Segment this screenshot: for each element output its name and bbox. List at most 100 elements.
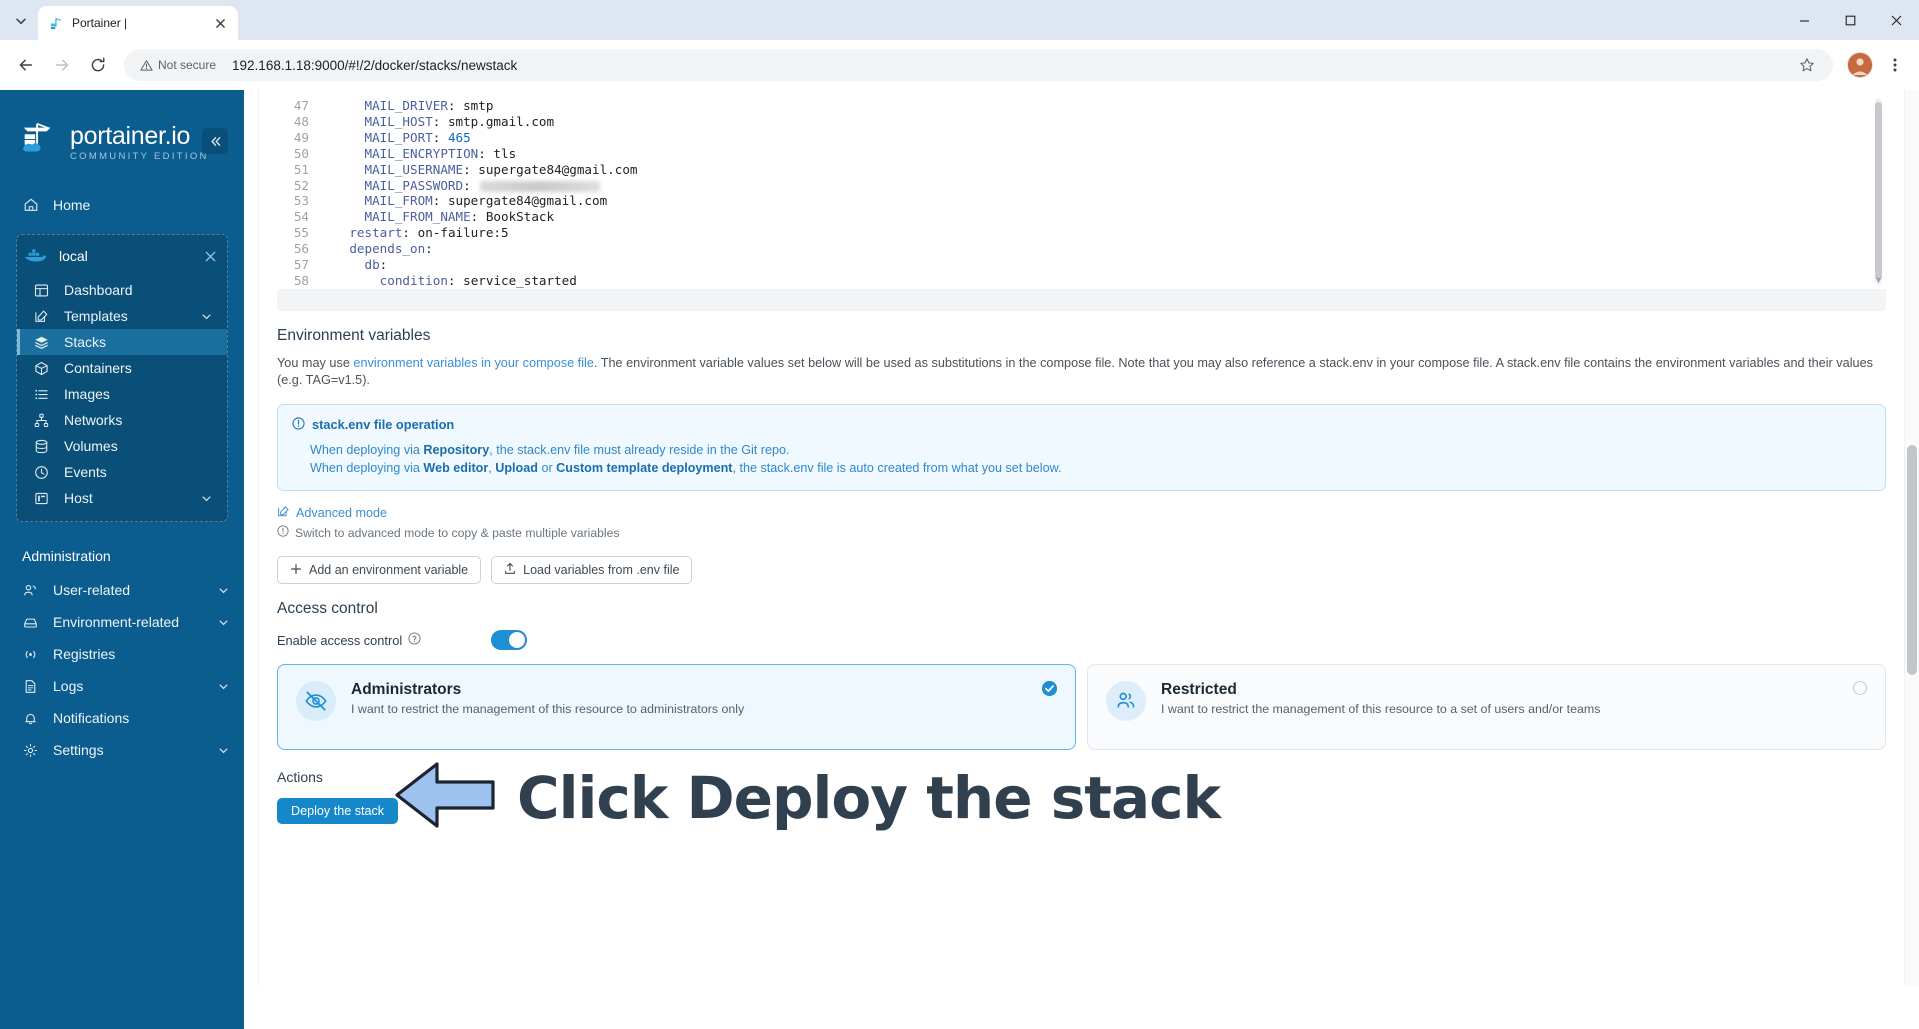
sidebar-environment-header[interactable]: local	[17, 241, 227, 271]
code-line[interactable]: MAIL_HOST: smtp.gmail.com	[319, 114, 1886, 130]
sidebar-item-stacks[interactable]: Stacks	[17, 329, 227, 355]
code-line[interactable]: db:	[319, 257, 1886, 273]
bell-icon	[22, 710, 39, 727]
window-minimize-button[interactable]	[1781, 0, 1827, 40]
sidebar-item-images[interactable]: Images	[17, 381, 227, 407]
page-scrollbar-thumb[interactable]	[1907, 445, 1917, 675]
line-number: 48	[293, 113, 309, 129]
window-close-button[interactable]	[1873, 0, 1919, 40]
chevron-down-icon[interactable]	[216, 679, 230, 693]
line-number: 56	[293, 241, 309, 257]
sidebar-item-user-related[interactable]: User-related	[0, 574, 244, 606]
check-circle-icon[interactable]	[1042, 681, 1057, 697]
page-content: 47 48 49 50 51 52 53 54 55 56 57 58 MAIL_DRIVER: sm…	[258, 90, 1905, 1029]
deploy-the-stack-button[interactable]: Deploy the stack	[277, 797, 399, 824]
advanced-mode-link[interactable]: Advanced mode	[277, 505, 1886, 521]
window-maximize-button[interactable]	[1827, 0, 1873, 40]
sidebar-item-networks[interactable]: Networks	[17, 407, 227, 433]
compose-code-editor[interactable]: 47 48 49 50 51 52 53 54 55 56 57 58 MAIL_DRIVER: sm…	[277, 90, 1886, 311]
users-group-icon	[1106, 681, 1146, 722]
forward-button[interactable]	[46, 49, 78, 81]
sidebar-item-logs-label: Logs	[53, 678, 84, 694]
question-circle-icon[interactable]	[408, 632, 421, 648]
code-line[interactable]: condition: service_started	[319, 273, 1886, 289]
editor-scroll-down-icon[interactable]: ▼	[1874, 275, 1883, 285]
load-variables-from-env-file-button[interactable]: Load variables from .env file	[491, 556, 693, 585]
tab-close-icon[interactable]	[212, 15, 228, 31]
chevron-down-icon[interactable]	[216, 583, 230, 597]
logs-icon	[22, 678, 39, 695]
sidebar-item-templates-label: Templates	[64, 308, 128, 324]
chevron-down-icon[interactable]	[199, 491, 213, 505]
sidebar-collapse-button[interactable]	[202, 128, 228, 154]
infobox-title: stack.env file operation	[312, 417, 455, 433]
code-line[interactable]: MAIL_PASSWORD:	[319, 178, 1886, 194]
add-environment-variable-button[interactable]: Add an environment variable	[277, 556, 482, 585]
sidebar-item-volumes[interactable]: Volumes	[17, 433, 227, 459]
sidebar-item-dashboard[interactable]: Dashboard	[17, 277, 227, 303]
networks-icon	[33, 412, 50, 429]
code-lines[interactable]: MAIL_DRIVER: smtp MAIL_HOST: smtp.gmail.…	[319, 98, 1886, 289]
redacted-value	[480, 180, 601, 192]
reload-icon	[91, 57, 105, 72]
chevron-down-icon[interactable]	[199, 309, 213, 323]
sidebar-item-templates[interactable]: Templates	[17, 303, 227, 329]
sidebar-item-logs[interactable]: Logs	[0, 670, 244, 702]
sidebar-item-events[interactable]: Events	[17, 459, 227, 485]
browser-tab[interactable]: Portainer |	[38, 6, 238, 40]
sidebar-environment-group: local Dashboard Templates Stacks Contain…	[16, 234, 228, 522]
sidebar-item-environment-related[interactable]: Environment-related	[0, 606, 244, 638]
code-line[interactable]: MAIL_PORT: 465	[319, 130, 1886, 146]
security-status[interactable]: Not secure	[136, 55, 224, 75]
sidebar-item-settings[interactable]: Settings	[0, 734, 244, 766]
code-line[interactable]: depends_on:	[319, 241, 1886, 257]
chevron-down-icon	[16, 18, 26, 25]
environment-icon	[22, 614, 39, 631]
enable-access-control-toggle[interactable]	[491, 630, 527, 651]
main-content-scroll[interactable]: 47 48 49 50 51 52 53 54 55 56 57 58 MAIL_DRIVER: sm…	[244, 90, 1919, 1029]
volumes-icon	[33, 438, 50, 455]
chevron-down-icon[interactable]	[216, 743, 230, 757]
sidebar-item-notifications[interactable]: Notifications	[0, 702, 244, 734]
code-line[interactable]: MAIL_FROM: supergate84@gmail.com	[319, 193, 1886, 209]
avatar[interactable]	[1847, 52, 1873, 78]
code-line[interactable]: restart: on-failure:5	[319, 225, 1886, 241]
page-scrollbar-track[interactable]	[1905, 90, 1919, 1029]
browser-menu-button[interactable]	[1881, 51, 1909, 79]
sidebar-item-host[interactable]: Host	[17, 485, 227, 511]
address-bar[interactable]: Not secure 192.168.1.18:9000/#!/2/docker…	[124, 49, 1833, 81]
code-area[interactable]: 47 48 49 50 51 52 53 54 55 56 57 58 MAIL_DRIVER: sm…	[277, 90, 1886, 289]
sidebar-item-user-related-label: User-related	[53, 582, 131, 598]
code-line[interactable]: MAIL_DRIVER: smtp	[319, 98, 1886, 114]
code-line[interactable]: MAIL_USERNAME: supergate84@gmail.com	[319, 162, 1886, 178]
sidebar-environment-close-icon[interactable]	[201, 247, 219, 265]
brand-logo[interactable]: portainer.io COMMUNITY EDITION	[0, 110, 244, 167]
env-vars-doc-link[interactable]: environment variables in your compose fi…	[353, 356, 593, 370]
infobox-line2-e: or	[537, 461, 557, 476]
registries-icon	[22, 646, 39, 663]
tab-search-button[interactable]	[4, 5, 38, 37]
reload-button[interactable]	[82, 49, 114, 81]
enable-access-control-row: Enable access control	[277, 630, 1886, 651]
sidebar-item-home-label: Home	[53, 196, 91, 213]
sidebar-item-home[interactable]: Home	[0, 189, 244, 220]
upload-icon	[504, 562, 516, 578]
code-line[interactable]: MAIL_ENCRYPTION: tls	[319, 146, 1886, 162]
access-option-administrators[interactable]: Administrators I want to restrict the ma…	[277, 664, 1076, 751]
users-icon	[22, 582, 39, 599]
infobox-line1-c: , the stack.env file must already reside…	[489, 442, 790, 457]
tab-strip: Portainer |	[0, 0, 1919, 40]
sidebar-item-registries[interactable]: Registries	[0, 638, 244, 670]
access-option-administrators-desc: I want to restrict the management of thi…	[351, 702, 745, 717]
radio-unselected-icon[interactable]	[1853, 681, 1867, 696]
back-button[interactable]	[10, 49, 42, 81]
sidebar-item-containers[interactable]: Containers	[17, 355, 227, 381]
bookmark-star-icon[interactable]	[1793, 51, 1821, 79]
events-clock-icon	[33, 464, 50, 481]
infobox-title-row: stack.env file operation	[292, 417, 1871, 433]
code-line[interactable]: MAIL_FROM_NAME: BookStack	[319, 209, 1886, 225]
editor-scrollbar-thumb[interactable]	[1875, 102, 1882, 280]
chevron-down-icon[interactable]	[216, 615, 230, 629]
advanced-mode-label: Advanced mode	[296, 506, 388, 521]
access-option-restricted[interactable]: Restricted I want to restrict the manage…	[1087, 664, 1886, 751]
